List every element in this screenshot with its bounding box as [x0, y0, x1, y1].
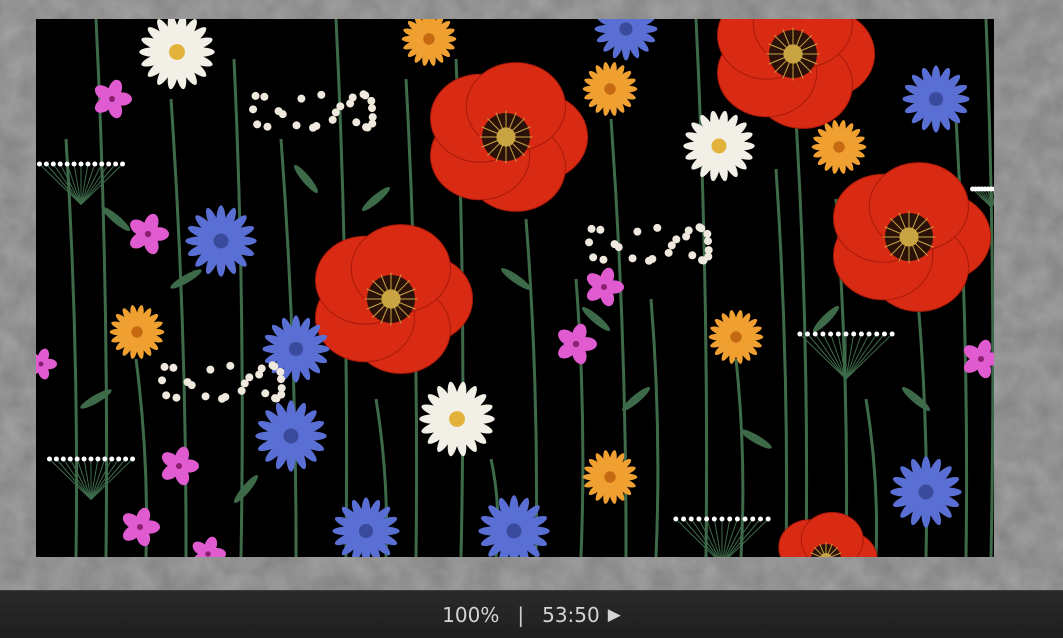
zoom-level[interactable]: 100%: [442, 603, 499, 627]
flower: [255, 400, 327, 472]
flower: [262, 315, 330, 383]
status-bar: 100% | 53:50 ▶: [0, 590, 1063, 638]
timer-display: 53:50: [542, 602, 600, 627]
flower: [185, 205, 257, 277]
play-icon[interactable]: ▶: [608, 605, 621, 625]
floral-pattern-image: [36, 19, 994, 557]
flower: [890, 456, 962, 528]
separator: |: [517, 602, 525, 627]
flower: [902, 65, 970, 133]
